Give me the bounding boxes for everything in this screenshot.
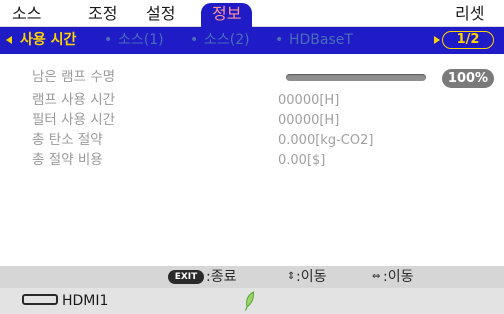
lamp-hours-value: 00000[H] (278, 93, 340, 108)
leftright-hint-label: :이동 (383, 269, 414, 285)
lamp-hours-label: 램프 사용 시간 (32, 92, 116, 108)
info-panel: 남은 램프 수명 100% 램프 사용 시간 00000[H] 필터 사용 시간… (0, 54, 504, 266)
tab-prev-arrow-icon[interactable] (6, 36, 12, 44)
page-indicator: 1/2 (442, 31, 494, 49)
leftright-arrow-icon: ⇔ (372, 271, 381, 282)
tab-next-arrow-icon[interactable] (434, 36, 440, 44)
lamp-life-bar (286, 74, 426, 81)
hdmi-connector-icon (22, 294, 58, 305)
cost-savings-label: 총 절약 비용 (32, 152, 103, 168)
filter-hours-label: 필터 사용 시간 (32, 112, 116, 128)
tab-bullet: • (190, 32, 199, 48)
lamp-life-label: 남은 램프 수명 (32, 69, 116, 85)
tab-bullet: • (104, 32, 113, 48)
hint-bar: EXIT :종료 ⇕ :이동 ⇔ :이동 (0, 266, 504, 288)
exit-hint-label: :종료 (206, 269, 237, 285)
menu-adjust[interactable]: 조정 (88, 4, 117, 24)
menu-info[interactable]: 정보 (201, 3, 253, 27)
tab-bullet: • (275, 32, 284, 48)
carbon-savings-value: 0.000[kg-CO2] (278, 133, 374, 148)
menu-setup[interactable]: 설정 (146, 4, 175, 24)
exit-key-icon: EXIT (168, 270, 204, 284)
tab-hdbaset[interactable]: HDBaseT (289, 32, 353, 49)
tab-source-2[interactable]: 소스(2) (204, 32, 250, 49)
sub-tab-bar: 사용 시간 • 소스(1) • 소스(2) • HDBaseT 1/2 (0, 27, 504, 54)
menu-source[interactable]: 소스 (12, 4, 41, 24)
cost-savings-value: 0.00[$] (278, 153, 326, 168)
carbon-savings-label: 총 탄소 절약 (32, 132, 103, 148)
updown-hint-label: :이동 (296, 269, 327, 285)
filter-hours-value: 00000[H] (278, 113, 340, 128)
tab-usage-time[interactable]: 사용 시간 (20, 32, 76, 49)
updown-arrow-icon: ⇕ (287, 271, 296, 282)
status-bar: HDMI1 (0, 288, 504, 314)
source-name: HDMI1 (62, 293, 109, 309)
leaf-icon (244, 291, 255, 311)
lamp-life-percent: 100% (442, 69, 494, 88)
menu-reset[interactable]: 리셋 (455, 4, 484, 24)
top-menu-bar: 소스 조정 설정 정보 리셋 (0, 0, 504, 27)
tab-source-1[interactable]: 소스(1) (118, 32, 164, 49)
